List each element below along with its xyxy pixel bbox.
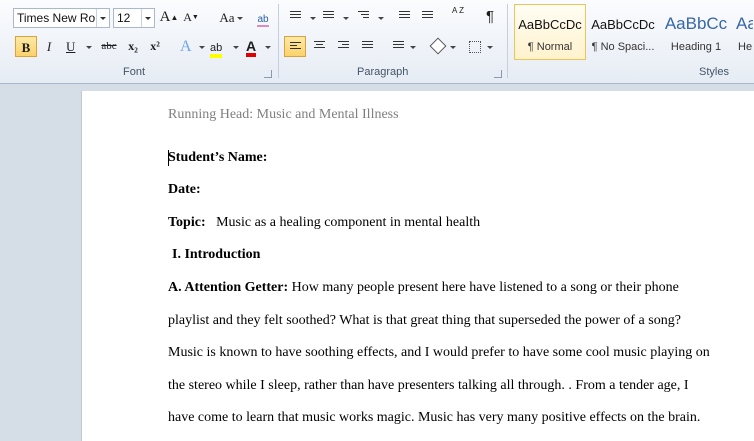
font-color-icon: A [246, 39, 257, 57]
superscript-button[interactable]: x² [145, 36, 165, 57]
style-name: ¶ No Spaci... [591, 41, 655, 53]
attention-getter-label: A. Attention Getter: [168, 280, 289, 295]
shrink-font-button[interactable]: A▼ [181, 7, 201, 28]
align-center-button[interactable] [310, 36, 330, 57]
shading-button[interactable] [428, 36, 458, 57]
align-right-button[interactable] [334, 36, 354, 57]
show-hide-button[interactable]: ¶ [480, 6, 500, 27]
numbering-icon [323, 11, 334, 22]
topic-label: Topic: [168, 215, 206, 230]
decrease-indent-button[interactable] [396, 9, 414, 27]
strikethrough-button[interactable]: abc [97, 36, 121, 57]
style-normal[interactable]: AaBbCcDc ¶ Normal [514, 4, 586, 60]
font-group-label: Font [123, 66, 146, 78]
subscript-icon: x₂ [128, 39, 138, 53]
section-heading: I. Introduction [172, 247, 261, 262]
highlight-button[interactable]: ab [207, 36, 239, 58]
style-heading-2[interactable]: AaBbC He [733, 4, 754, 60]
strikethrough-icon: abc [101, 40, 117, 52]
paragraph-text: How many people present here have listen… [288, 280, 679, 295]
align-left-icon [290, 42, 301, 53]
grow-font-button[interactable]: A▲ [159, 7, 179, 28]
running-head: Running Head: Music and Mental Illness [168, 107, 399, 122]
font-color-button[interactable]: A [243, 36, 273, 57]
pilcrow-icon: ¶ [485, 8, 495, 25]
style-preview: AaBbCc [664, 14, 728, 33]
style-name: Heading 1 [670, 41, 722, 53]
italic-icon: I [46, 39, 52, 54]
student-name-label: Student’s Name: [168, 150, 268, 165]
paragraph-line: have come to learn that music works magi… [168, 410, 701, 425]
style-name: He [738, 41, 753, 53]
topic-line: Topic: Music as a healing component in m… [168, 215, 480, 231]
sort-icon: A Z [451, 6, 464, 15]
font-dialog-launcher-icon[interactable] [264, 70, 272, 78]
line-spacing-icon [393, 41, 404, 52]
superscript-icon: x² [150, 39, 160, 53]
borders-button[interactable] [465, 36, 495, 57]
underline-button[interactable]: U [62, 36, 92, 57]
group-separator [278, 4, 279, 78]
increase-indent-icon [422, 11, 433, 22]
text-effects-icon: A [180, 38, 192, 55]
ribbon: Times New Rom 12 A▲ A▼ Aa ab B I U abc x… [0, 0, 754, 84]
align-center-icon [314, 41, 325, 52]
date-label: Date: [168, 182, 201, 197]
style-preview: AaBbCcDc [591, 17, 655, 32]
clear-formatting-button[interactable]: ab [253, 7, 273, 28]
style-preview: AaBbCcDc [518, 17, 582, 32]
bold-icon: B [21, 40, 31, 55]
borders-icon [469, 41, 481, 53]
style-name: ¶ Normal [527, 41, 573, 53]
font-name-dropdown-icon[interactable] [96, 9, 109, 27]
paragraph-line: A. Attention Getter: How many people pre… [168, 280, 679, 296]
paint-bucket-icon [429, 37, 447, 55]
italic-button[interactable]: I [40, 36, 58, 57]
multilevel-list-button[interactable] [355, 9, 387, 27]
bold-button[interactable]: B [15, 36, 37, 57]
font-size-value: 12 [117, 11, 131, 25]
font-name-combo[interactable]: Times New Rom [13, 8, 110, 28]
clear-formatting-icon: ab [257, 14, 269, 27]
grow-font-icon: A [159, 9, 171, 25]
decrease-indent-icon [399, 11, 410, 22]
sort-button[interactable]: A Z [448, 6, 468, 27]
topic-text: Music as a healing component in mental h… [216, 215, 481, 230]
text-effects-button[interactable]: A [177, 36, 207, 57]
style-preview: AaBbC [736, 14, 753, 33]
paragraph-line: playlist and they felt soothed? What is … [168, 313, 681, 328]
paragraph-line: Music is known to have soothing effects,… [168, 345, 710, 360]
paragraph-line: the stereo while I sleep, rather than ha… [168, 378, 689, 393]
underline-icon: U [66, 39, 76, 54]
styles-group-label: Styles [699, 66, 729, 78]
justify-button[interactable] [358, 36, 378, 57]
bullets-icon [290, 11, 301, 22]
font-name-value: Times New Rom [17, 11, 106, 25]
paragraph-group-label: Paragraph [357, 66, 409, 78]
group-separator [507, 4, 508, 78]
multilevel-list-icon [358, 11, 369, 22]
highlight-icon: ab [210, 42, 223, 58]
increase-indent-button[interactable] [419, 9, 437, 27]
numbering-button[interactable] [320, 9, 352, 27]
style-heading-1[interactable]: AaBbCc Heading 1 [660, 4, 732, 60]
justify-icon [362, 41, 373, 52]
document-page[interactable]: Running Head: Music and Mental Illness S… [81, 91, 754, 441]
style-no-spacing[interactable]: AaBbCcDc ¶ No Spaci... [587, 4, 659, 60]
paragraph-dialog-launcher-icon[interactable] [494, 70, 502, 78]
align-right-icon [338, 41, 349, 52]
bullets-button[interactable] [287, 9, 319, 27]
align-left-button[interactable] [284, 36, 306, 57]
subscript-button[interactable]: x₂ [123, 36, 143, 57]
shrink-font-icon: A [183, 10, 192, 24]
font-size-dropdown-icon[interactable] [141, 9, 154, 27]
line-spacing-button[interactable] [388, 36, 418, 57]
change-case-icon: Aa [219, 10, 235, 25]
font-size-combo[interactable]: 12 [113, 8, 155, 28]
change-case-button[interactable]: Aa [212, 7, 243, 28]
